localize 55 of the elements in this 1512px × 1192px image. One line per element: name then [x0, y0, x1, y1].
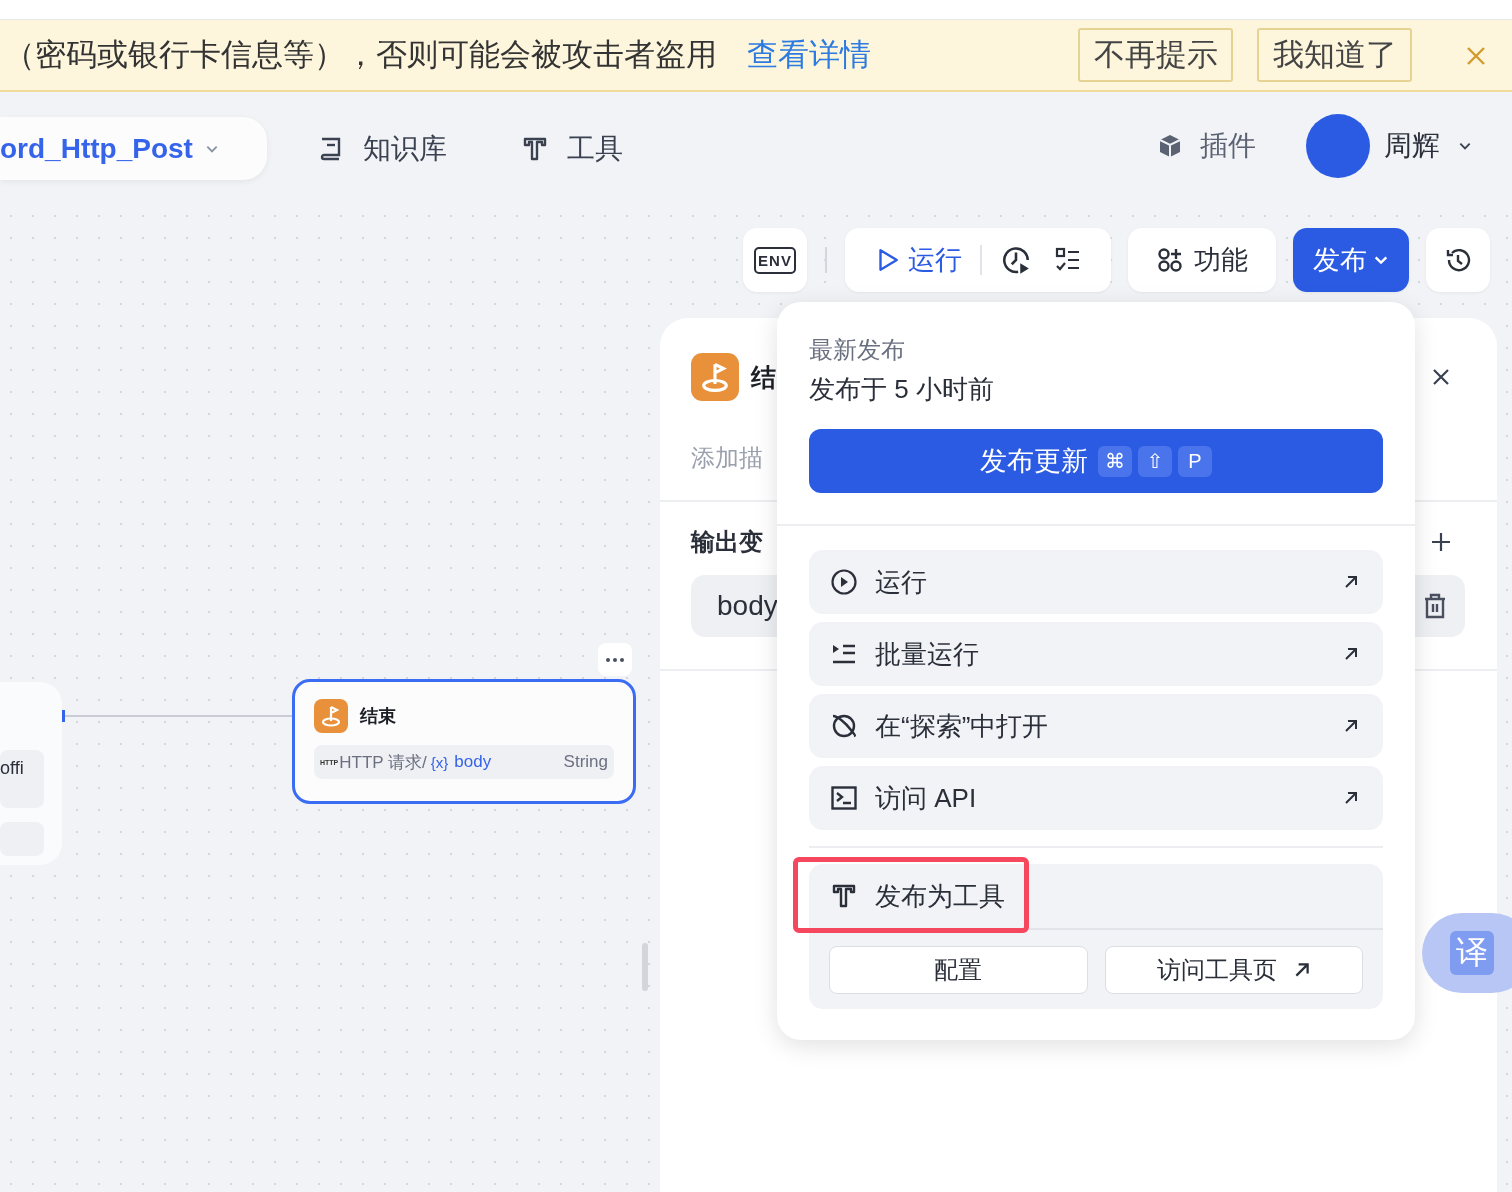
external-link-icon — [1343, 718, 1359, 734]
user-menu[interactable]: 周辉 — [1384, 127, 1472, 165]
source-label: HTTP 请求/ — [339, 751, 427, 774]
history-icon — [1444, 246, 1472, 274]
nav-item[interactable]: 工具 — [521, 129, 623, 168]
run-button[interactable]: 运行 — [874, 242, 962, 278]
banner-button[interactable]: 我知道了 — [1257, 28, 1412, 82]
clock-play-icon[interactable] — [1000, 244, 1032, 276]
flag-icon — [314, 699, 348, 733]
node-field: offi — [0, 750, 44, 808]
panel-title: 结 — [751, 361, 776, 393]
shortcut-key: ⌘ — [1098, 445, 1132, 477]
external-link-icon — [1343, 646, 1359, 662]
flag-icon — [691, 353, 739, 401]
variable-name: body — [454, 752, 492, 772]
menu-item[interactable]: 访问 API — [809, 766, 1383, 830]
warning-text: （密码或银行卡信息等），否则可能会被攻击者盗用 — [4, 36, 717, 74]
planet-icon — [830, 712, 858, 740]
features-button[interactable]: 功能 — [1128, 228, 1276, 292]
env-button[interactable]: ENV — [743, 228, 807, 292]
section-title: 输出变 — [691, 527, 763, 557]
banner-button[interactable]: 不再提示 — [1078, 28, 1233, 82]
publish-update-button[interactable]: 发布更新 ⌘ ⇧ P — [809, 429, 1383, 493]
history-button[interactable] — [1426, 228, 1490, 292]
details-link[interactable]: 查看详情 — [747, 34, 871, 76]
external-link-icon — [1343, 574, 1359, 590]
menu-item[interactable]: 在“探索”中打开 — [809, 694, 1383, 758]
publish-time: 发布于 5 小时前 — [809, 373, 995, 406]
publish-button[interactable]: 发布 — [1293, 228, 1409, 292]
workflow-node[interactable]: offi — [0, 682, 62, 865]
variable-icon: {x} — [430, 753, 449, 771]
terminal-icon — [830, 784, 858, 812]
node-title: 结束 — [360, 705, 396, 728]
plugins-button[interactable]: 插件 — [1156, 127, 1256, 165]
add-icon[interactable] — [1431, 532, 1451, 552]
variable-type: String — [563, 752, 608, 772]
ellipsis-icon — [605, 656, 625, 663]
project-selector[interactable]: ord_Http_Post — [0, 117, 267, 180]
trash-icon — [1423, 593, 1447, 619]
apps-icon — [1156, 246, 1184, 274]
section-title: 发布为工具 — [875, 879, 1005, 913]
menu-item[interactable]: 批量运行 — [809, 622, 1383, 686]
close-icon[interactable] — [1431, 367, 1451, 387]
menu-item[interactable]: 运行 — [809, 550, 1383, 614]
section-label: 最新发布 — [809, 335, 906, 365]
shortcut-key: P — [1178, 445, 1212, 477]
tool-button[interactable]: 配置 — [829, 946, 1088, 994]
external-link-icon — [1343, 790, 1359, 806]
tool-button[interactable]: 访问工具页 — [1104, 946, 1363, 994]
more-button[interactable] — [598, 643, 632, 676]
shortcut-key: ⇧ — [1138, 445, 1172, 477]
resize-handle[interactable] — [642, 943, 648, 991]
hammer-icon — [830, 882, 858, 910]
nav-item[interactable]: 知识库 — [317, 129, 447, 168]
play-circle-icon — [830, 568, 858, 596]
